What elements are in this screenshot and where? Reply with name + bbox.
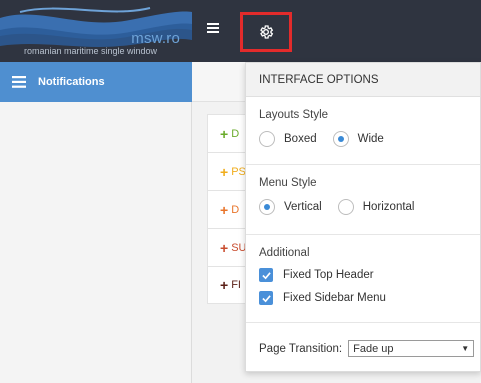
hamburger-menu-icon[interactable] [207, 21, 223, 39]
radio-circle [332, 131, 349, 147]
additional-section: Additional Fixed Top Header Fixed Sideba… [246, 235, 480, 323]
gear-icon [260, 25, 274, 39]
radio-wide[interactable]: Wide [332, 131, 384, 147]
hamburger-lines [207, 23, 219, 33]
radio-circle [259, 131, 275, 147]
top-bar: msw.ro romanian maritime single window [0, 0, 481, 62]
page-transition-select[interactable]: Fade up ▼ [348, 340, 475, 357]
logo-brand-text: msw.ro [131, 30, 180, 47]
radio-horizontal[interactable]: Horizontal [337, 199, 415, 215]
plus-icon: + [220, 163, 229, 180]
radio-label: Horizontal [362, 201, 415, 213]
list-item-label: D [231, 127, 240, 140]
checkbox-label: Fixed Top Header [283, 269, 374, 281]
logo[interactable]: msw.ro romanian maritime single window [0, 0, 192, 62]
menu-style-options: Vertical Horizontal [259, 199, 480, 215]
radio-vertical[interactable]: Vertical [259, 199, 322, 215]
plus-icon: + [220, 125, 229, 142]
list-icon [12, 76, 26, 88]
page-transition-label: Page Transition: [259, 342, 343, 355]
plus-icon: + [220, 239, 229, 256]
select-value: Fade up [353, 342, 394, 355]
chevron-down-icon: ▼ [461, 344, 470, 353]
panel-title: INTERFACE OPTIONS [246, 63, 480, 97]
sidebar: Notifications [0, 62, 192, 383]
layouts-style-section: Layouts Style Boxed Wide [246, 97, 480, 165]
radio-label: Wide [357, 133, 384, 145]
sidebar-item-label: Notifications [38, 76, 105, 88]
logo-tagline: romanian maritime single window [24, 46, 158, 56]
plus-icon: + [220, 201, 229, 218]
radio-circle [259, 199, 275, 215]
page-transition-row: Page Transition: Fade up ▼ [246, 323, 480, 357]
checkbox-label: Fixed Sidebar Menu [283, 292, 386, 304]
checkbox-fixed-sidebar-menu[interactable]: Fixed Sidebar Menu [259, 291, 480, 305]
section-title: Layouts Style [259, 109, 329, 121]
settings-button[interactable] [240, 12, 292, 52]
checkbox-fixed-top-header[interactable]: Fixed Top Header [259, 268, 480, 282]
sidebar-item-notifications[interactable]: Notifications [0, 62, 192, 102]
section-title: Additional [259, 247, 310, 259]
menu-style-section: Menu Style Vertical Horizontal [246, 165, 480, 235]
radio-circle [337, 199, 354, 215]
section-title: Menu Style [259, 177, 317, 189]
radio-label: Boxed [284, 133, 317, 145]
checkbox-checked-icon [259, 291, 273, 305]
radio-boxed[interactable]: Boxed [259, 131, 317, 147]
list-item-label: PS [231, 165, 246, 178]
radio-label: Vertical [284, 201, 322, 213]
checkbox-checked-icon [259, 268, 273, 282]
plus-icon: + [220, 277, 229, 293]
layouts-style-options: Boxed Wide [259, 131, 480, 147]
list-item-label: D [231, 203, 240, 216]
list-item-label: FI [231, 279, 241, 291]
interface-options-panel: INTERFACE OPTIONS Layouts Style Boxed Wi… [245, 62, 481, 372]
